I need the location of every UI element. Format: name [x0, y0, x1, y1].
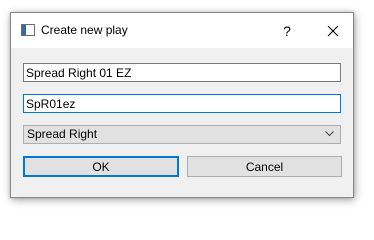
play-name-input[interactable] [23, 63, 341, 82]
dialog-title: Create new play [41, 23, 128, 37]
close-icon [327, 25, 339, 36]
chevron-down-icon [325, 131, 334, 137]
play-short-name-input[interactable] [23, 94, 341, 113]
cancel-button[interactable]: Cancel [187, 156, 342, 177]
close-button[interactable] [313, 13, 353, 48]
formation-select[interactable]: Spread Right [23, 125, 341, 144]
formation-select-value: Spread Right [27, 127, 98, 141]
ok-button[interactable]: OK [23, 156, 179, 177]
create-play-dialog: Create new play ? Spread Right OK Cancel [10, 12, 354, 198]
window-icon [21, 24, 35, 36]
help-button[interactable]: ? [273, 13, 301, 48]
title-bar: Create new play ? [11, 13, 353, 48]
